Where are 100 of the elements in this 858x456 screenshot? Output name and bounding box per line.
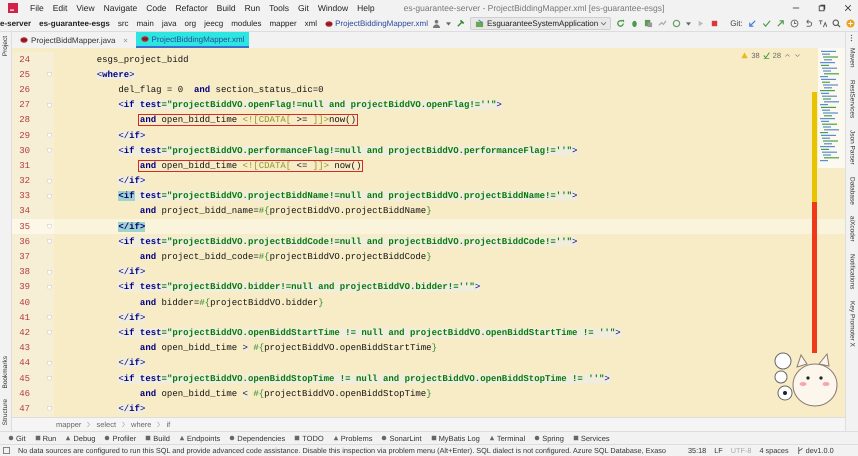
code-line: <if test="projectBiddVO.projectBiddName!=null and projectBiddVO.projectBiddName!=''"> bbox=[117, 190, 578, 202]
fold-marker-icon[interactable] bbox=[47, 178, 52, 184]
fold-marker-icon[interactable] bbox=[47, 270, 52, 275]
fold-marker-icon[interactable] bbox=[47, 224, 52, 230]
path-item[interactable]: e-server bbox=[0, 19, 32, 28]
fold-marker-icon[interactable] bbox=[47, 360, 52, 366]
code-line: <if test="projectBiddVO.projectBiddCode!=null and projectBiddVO.projectBiddCode!=''"> bbox=[117, 236, 578, 248]
path-item[interactable]: jeecg bbox=[204, 19, 224, 28]
history-icon[interactable] bbox=[790, 19, 799, 28]
line-number: 35 bbox=[18, 222, 30, 232]
xml-file-icon bbox=[20, 36, 28, 44]
menu-item[interactable]: Build bbox=[216, 3, 236, 13]
menu-item[interactable]: File bbox=[30, 3, 44, 13]
commit-icon[interactable] bbox=[762, 19, 771, 28]
code-line: esgs_project_bidd bbox=[96, 54, 190, 66]
hammer-icon[interactable] bbox=[456, 19, 465, 28]
tool-window-icon bbox=[65, 435, 72, 441]
rerun-icon[interactable] bbox=[616, 19, 626, 28]
editor-tab[interactable]: ProjectBiddingMapper.xml bbox=[136, 32, 250, 48]
line-number: 30 bbox=[18, 146, 30, 156]
xml-file-icon bbox=[325, 20, 334, 28]
plugin-icon[interactable] bbox=[846, 19, 855, 28]
stop-icon[interactable] bbox=[710, 19, 720, 28]
chevron-icon bbox=[157, 421, 160, 428]
fold-marker-icon[interactable] bbox=[47, 376, 52, 382]
run-menu-icon[interactable] bbox=[672, 19, 682, 28]
path-item[interactable]: es-guarantee-esgs bbox=[39, 19, 110, 28]
menu-item[interactable]: Help bbox=[357, 3, 375, 13]
line-number: 27 bbox=[18, 100, 30, 110]
path-item[interactable]: ProjectBiddingMapper.xml bbox=[325, 19, 428, 28]
bug-icon[interactable] bbox=[630, 19, 640, 28]
git-label: Git: bbox=[730, 19, 743, 28]
fold-marker-icon[interactable] bbox=[47, 194, 52, 199]
caret-icon[interactable] bbox=[446, 22, 451, 26]
path-item[interactable]: xml bbox=[304, 19, 318, 28]
line-number: 46 bbox=[18, 388, 30, 399]
menu-item[interactable]: Navigate bbox=[104, 3, 138, 13]
line-number: 45 bbox=[18, 374, 30, 384]
fold-marker-icon[interactable] bbox=[47, 102, 52, 108]
tool-window-icon bbox=[104, 435, 110, 441]
fold-marker-icon[interactable] bbox=[47, 284, 52, 290]
profiler-icon[interactable] bbox=[658, 19, 668, 28]
path-item[interactable]: modules bbox=[231, 19, 262, 28]
code-line: <if test="projectBiddVO.openFlag!=null and projectBiddVO.openFlag!=''"> bbox=[117, 99, 503, 112]
line-number: 42 bbox=[18, 328, 30, 338]
path-item[interactable]: mapper bbox=[269, 19, 297, 28]
line-number: 41 bbox=[18, 312, 30, 323]
tool-window-icon bbox=[332, 435, 339, 441]
push-icon[interactable] bbox=[776, 19, 785, 28]
tool-window-icon bbox=[294, 435, 300, 441]
tool-window-icon bbox=[229, 435, 236, 441]
menu-item[interactable]: Window bbox=[318, 3, 348, 13]
fold-marker-icon[interactable] bbox=[47, 133, 52, 138]
branch-icon bbox=[796, 447, 804, 454]
code-line: and project_bidd_name=#{projectBiddVO.projectBiddName} bbox=[138, 205, 433, 218]
fold-marker-icon[interactable] bbox=[47, 72, 52, 78]
fold-marker-icon[interactable] bbox=[47, 148, 52, 154]
menu-item[interactable]: Tools bbox=[269, 3, 289, 13]
coverage-icon[interactable] bbox=[644, 19, 654, 28]
editor-tab[interactable]: ProjectBiddMapper.java bbox=[15, 32, 132, 48]
path-item[interactable]: org bbox=[184, 19, 196, 28]
code-line: and open_bidd_time < #{projectBiddVO.openBiddStopTime} bbox=[138, 388, 433, 400]
more-icon[interactable] bbox=[850, 34, 853, 42]
fold-marker-icon[interactable] bbox=[47, 330, 52, 336]
menu-item[interactable]: Refactor bbox=[176, 3, 208, 13]
user-icon[interactable] bbox=[432, 19, 441, 28]
fold-marker-icon[interactable] bbox=[47, 315, 52, 320]
tool-window-icon bbox=[381, 435, 388, 441]
close-icon[interactable] bbox=[844, 4, 852, 12]
line-number: 36 bbox=[18, 236, 30, 247]
translate-icon[interactable] bbox=[818, 19, 827, 28]
line-number: 32 bbox=[18, 176, 30, 186]
restore-icon[interactable] bbox=[818, 4, 826, 12]
fold-marker-icon[interactable] bbox=[47, 406, 52, 412]
fold-marker-icon[interactable] bbox=[47, 239, 52, 244]
run-configuration-dropdown[interactable]: EsguaranteeSystemApplication bbox=[470, 17, 612, 30]
xml-file-icon bbox=[140, 35, 148, 43]
update-icon[interactable] bbox=[748, 19, 757, 28]
path-item[interactable]: java bbox=[162, 19, 177, 28]
menu-item[interactable]: Run bbox=[244, 3, 260, 13]
line-number: 37 bbox=[18, 252, 30, 262]
rollback-icon[interactable] bbox=[804, 19, 813, 28]
menu-item[interactable]: Edit bbox=[52, 3, 68, 13]
menu-item[interactable]: View bbox=[76, 3, 95, 13]
search-icon[interactable] bbox=[832, 19, 841, 28]
chevron-up-icon[interactable] bbox=[784, 52, 791, 59]
expand-icon[interactable] bbox=[3, 447, 10, 454]
menu-item[interactable]: Code bbox=[146, 3, 167, 13]
tool-window-icon bbox=[534, 435, 540, 441]
run-icon[interactable] bbox=[696, 19, 706, 28]
caret-icon[interactable] bbox=[686, 22, 692, 26]
chevron-down-icon[interactable] bbox=[794, 52, 801, 59]
menu-item[interactable]: Git bbox=[298, 3, 309, 13]
path-item[interactable]: src bbox=[118, 19, 129, 28]
chevron-icon bbox=[87, 421, 90, 428]
line-number: 39 bbox=[18, 282, 30, 292]
tool-window-icon bbox=[430, 435, 437, 441]
path-item[interactable]: main bbox=[136, 19, 154, 28]
code-line: <if test="projectBiddVO.openBiddStartTime != null and projectBiddVO.openBiddStartTime != ''"> bbox=[117, 326, 622, 339]
line-number: 43 bbox=[18, 343, 30, 354]
